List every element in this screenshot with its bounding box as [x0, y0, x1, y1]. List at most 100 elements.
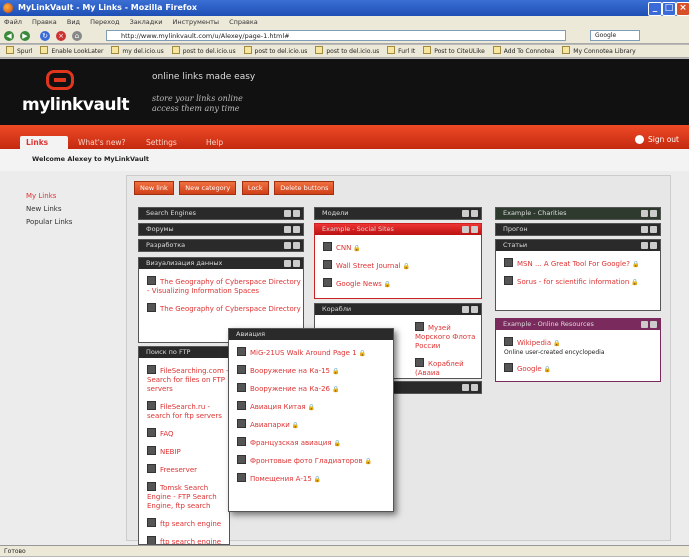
link-item[interactable]: FileSearch.ru - search for ftp servers — [147, 401, 229, 421]
edit-icon[interactable] — [641, 321, 648, 328]
edit-icon[interactable] — [462, 384, 469, 391]
bookmark-item[interactable]: Enable LookLater — [40, 45, 103, 57]
forward-icon[interactable]: ▶ — [20, 31, 30, 41]
close-icon[interactable] — [293, 226, 300, 233]
menu-edit[interactable]: Правка — [32, 18, 57, 26]
bookmark-item[interactable]: Post to CiteULike — [423, 45, 485, 57]
menu-go[interactable]: Переход — [90, 18, 119, 26]
home-icon[interactable]: ⌂ — [72, 31, 82, 41]
bookmark-item[interactable]: Furl It — [387, 45, 415, 57]
site-logo[interactable]: mylinkvault — [22, 95, 129, 115]
maximize-button[interactable]: □ — [662, 2, 676, 16]
link-item[interactable]: FileSearching.com - Search for files on … — [147, 365, 229, 394]
widget-social-sites[interactable]: Example - Social Sites CNN 🔒 Wall Street … — [314, 223, 482, 299]
close-icon[interactable] — [293, 242, 300, 249]
bookmark-item[interactable]: post to del.icio.us — [315, 45, 379, 57]
link-item[interactable]: The Geography of Cyberspace Directory — [147, 303, 303, 314]
new-link-button[interactable]: New link — [134, 181, 174, 195]
close-icon[interactable] — [293, 260, 300, 267]
edit-icon[interactable] — [462, 306, 469, 313]
menu-file[interactable]: Файл — [4, 18, 22, 26]
link-item[interactable]: Музей Морского Флота России — [415, 322, 481, 351]
bookmark-item[interactable]: post to del.icio.us — [244, 45, 308, 57]
tab-whats-new[interactable]: What's new? — [72, 136, 132, 149]
new-category-button[interactable]: New category — [179, 181, 237, 195]
link-item[interactable]: Google News 🔒 — [323, 278, 481, 289]
tab-links[interactable]: Links — [20, 136, 68, 149]
link-item[interactable]: NEBIP — [147, 446, 229, 457]
close-icon[interactable] — [471, 226, 478, 233]
tab-settings[interactable]: Settings — [140, 136, 183, 149]
link-item[interactable]: The Geography of Cyberspace Directory - … — [147, 276, 303, 296]
sidebar-item-new-links[interactable]: New Links — [26, 205, 120, 213]
widget-aviation[interactable]: Авиация MiG-21US Walk Around Page 1 🔒 Воо… — [228, 328, 394, 512]
widget-development[interactable]: Разработка — [138, 239, 304, 252]
widget-online-resources[interactable]: Example - Online Resources Wikipedia 🔒 On… — [495, 318, 661, 382]
bookmark-item[interactable]: My Connotea Library — [562, 45, 635, 57]
tab-help[interactable]: Help — [200, 136, 229, 149]
link-item[interactable]: ftp search engine for finding free downl… — [147, 536, 229, 544]
edit-icon[interactable] — [641, 242, 648, 249]
close-icon[interactable] — [650, 242, 657, 249]
link-item[interactable]: Кораблей (Аваиа — [415, 358, 481, 378]
widget-articles[interactable]: Статьи MSN ... A Great Tool For Google? 🔒… — [495, 239, 661, 311]
delete-buttons-button[interactable]: Delete buttons — [274, 181, 335, 195]
stop-icon[interactable]: × — [56, 31, 66, 41]
widget-ftp-search[interactable]: Поиск по FTP FileSearching.com - Search … — [138, 346, 230, 545]
link-item[interactable]: Помещения А-15 🔒 — [237, 473, 393, 484]
close-icon[interactable] — [293, 210, 300, 217]
link-item[interactable]: Sorus - for scientific information 🔒 — [504, 276, 660, 287]
widget-models[interactable]: Модели — [314, 207, 482, 220]
edit-icon[interactable] — [641, 226, 648, 233]
link-item[interactable]: MSN ... A Great Tool For Google? 🔒 — [504, 258, 660, 269]
menu-tools[interactable]: Инструменты — [173, 18, 220, 26]
close-icon[interactable] — [471, 384, 478, 391]
link-item[interactable]: FAQ — [147, 428, 229, 439]
close-icon[interactable] — [471, 210, 478, 217]
address-bar[interactable]: http://www.mylinkvault.com/u/Alexey/page… — [106, 30, 566, 41]
close-icon[interactable] — [471, 306, 478, 313]
link-item[interactable]: ftp search engine — [147, 518, 229, 529]
bookmark-item[interactable]: my del.icio.us — [111, 45, 163, 57]
link-item[interactable]: Французская авиация 🔒 — [237, 437, 393, 448]
link-item[interactable]: Вооружение на Ка-26 🔒 — [237, 383, 393, 394]
link-item[interactable]: CNN 🔒 — [323, 242, 481, 253]
minimize-button[interactable]: _ — [648, 2, 662, 16]
link-item[interactable]: Tomsk Search Engine - FTP Search Engine,… — [147, 482, 229, 511]
sign-out-link[interactable]: Sign out — [635, 135, 679, 144]
close-icon[interactable] — [650, 226, 657, 233]
close-icon[interactable] — [650, 210, 657, 217]
edit-icon[interactable] — [284, 210, 291, 217]
search-input[interactable]: Google — [590, 30, 640, 41]
menu-help[interactable]: Справка — [229, 18, 258, 26]
link-item[interactable]: MiG-21US Walk Around Page 1 🔒 — [237, 347, 393, 358]
edit-icon[interactable] — [284, 260, 291, 267]
bookmark-item[interactable]: post to del.icio.us — [172, 45, 236, 57]
menu-view[interactable]: Вид — [67, 18, 80, 26]
widget-prog[interactable]: Прогон — [495, 223, 661, 236]
bookmark-item[interactable]: Spurl — [6, 45, 33, 57]
link-item[interactable]: Фронтовые фото Гладиаторов 🔒 — [237, 455, 393, 466]
edit-icon[interactable] — [284, 226, 291, 233]
lock-button[interactable]: Lock — [241, 181, 269, 195]
edit-icon[interactable] — [284, 242, 291, 249]
reload-icon[interactable]: ↻ — [40, 31, 50, 41]
bookmark-item[interactable]: Add To Connotea — [493, 45, 555, 57]
link-item[interactable]: Вооружение на Ка-15 🔒 — [237, 365, 393, 376]
link-item[interactable]: Google 🔒 — [504, 363, 660, 374]
widget-forums[interactable]: Форумы — [138, 223, 304, 236]
link-item[interactable]: Авиапарки 🔒 — [237, 419, 393, 430]
back-icon[interactable]: ◀ — [4, 31, 14, 41]
close-button[interactable]: × — [676, 2, 689, 16]
edit-icon[interactable] — [462, 226, 469, 233]
widget-search-engines[interactable]: Search Engines — [138, 207, 304, 220]
sidebar-item-popular-links[interactable]: Popular Links — [26, 218, 120, 226]
widget-charities[interactable]: Example - Charities — [495, 207, 661, 220]
link-item[interactable]: Freeserver — [147, 464, 229, 475]
link-item[interactable]: Авиация Китая 🔒 — [237, 401, 393, 412]
widget-collapsed[interactable] — [392, 381, 482, 394]
close-icon[interactable] — [650, 321, 657, 328]
menu-bookmarks[interactable]: Закладки — [130, 18, 163, 26]
link-item[interactable]: Wikipedia 🔒 — [504, 337, 660, 348]
edit-icon[interactable] — [462, 210, 469, 217]
